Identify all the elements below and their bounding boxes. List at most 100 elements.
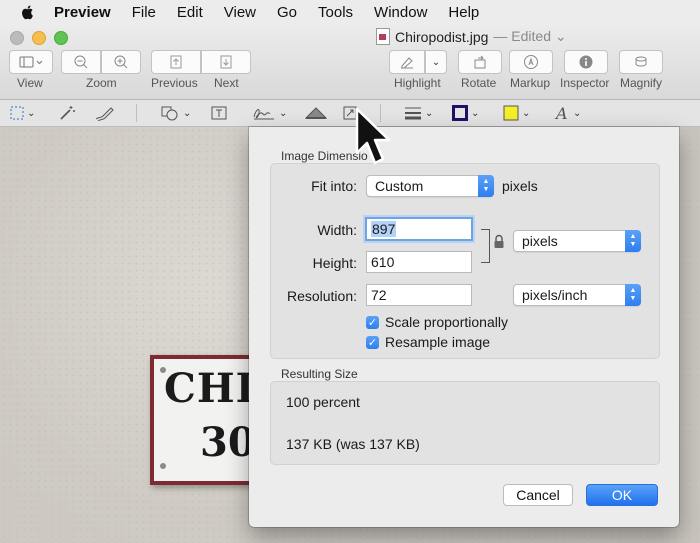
document-icon[interactable] <box>376 28 390 45</box>
mouse-pointer-icon <box>355 107 391 165</box>
zoom-out-icon <box>74 55 88 69</box>
popup-arrows-icon: ▲ ▼ <box>625 284 641 306</box>
width-field[interactable]: 897 <box>365 217 473 241</box>
lock-icon[interactable] <box>493 234 505 249</box>
size-unit-popup[interactable]: pixels ▲ ▼ <box>513 230 641 252</box>
markup-toolbar: ⌄ ⌄ ⌄ ⌄ ⌄ ⌄ A ⌄ <box>0 100 700 127</box>
menu-window[interactable]: Window <box>374 4 427 21</box>
inspector-button[interactable] <box>564 50 608 74</box>
apple-menu-icon[interactable] <box>20 4 36 20</box>
menu-edit[interactable]: Edit <box>177 4 203 21</box>
fit-into-unit: pixels <box>502 178 538 194</box>
chevron-down-icon: ⌄ <box>522 107 531 119</box>
instant-alpha-tool[interactable] <box>58 104 76 122</box>
resolution-label: Resolution: <box>286 288 357 304</box>
resample-image-label: Resample image <box>385 334 491 350</box>
sign-tool[interactable]: ⌄ <box>252 104 287 122</box>
selection-tool[interactable]: ⌄ <box>10 104 35 122</box>
magnify-button[interactable] <box>619 50 663 74</box>
previous-label: Previous <box>151 76 198 90</box>
svg-text:A: A <box>554 105 568 121</box>
window-controls <box>10 31 68 45</box>
markup-group <box>509 50 553 74</box>
close-button[interactable] <box>10 31 24 45</box>
text-tool[interactable] <box>210 104 228 122</box>
height-label: Height: <box>312 255 357 271</box>
next-button[interactable] <box>201 50 251 74</box>
view-group <box>9 50 53 74</box>
sign-text-line2: 30 <box>200 419 256 466</box>
scale-proportionally-label: Scale proportionally <box>385 314 508 330</box>
markup-label: Markup <box>510 76 551 90</box>
sign-text-line1: CHI <box>164 365 256 412</box>
previous-button[interactable] <box>151 50 201 74</box>
scale-proportionally-checkbox[interactable]: ✓ Scale proportionally <box>366 314 508 330</box>
inspector-label: Inspector <box>560 76 610 90</box>
fill-color-tool[interactable]: ⌄ <box>503 104 530 122</box>
shape-style-tool[interactable]: ⌄ <box>404 104 433 122</box>
menu-view[interactable]: View <box>224 4 256 21</box>
rotate-button[interactable] <box>458 50 502 74</box>
menu-app-name[interactable]: Preview <box>54 4 111 21</box>
menu-help[interactable]: Help <box>448 4 479 21</box>
text-style-icon: A <box>554 105 568 121</box>
resulting-size-label: Resulting Size <box>281 367 358 381</box>
zoom-in-button[interactable] <box>101 50 141 74</box>
menu-go[interactable]: Go <box>277 4 297 21</box>
resolution-unit-popup[interactable]: pixels/inch ▲ ▼ <box>513 284 641 306</box>
adjust-size-dialog: Image Dimensio Fit into: Custom ▲ ▼ pixel… <box>249 127 679 527</box>
chevron-down-icon: ⌄ <box>279 107 288 119</box>
window-title-text: Chiropodist.jpg <box>395 28 489 45</box>
adjust-color-tool[interactable] <box>304 104 328 122</box>
minimize-button[interactable] <box>32 31 46 45</box>
menu-file[interactable]: File <box>132 4 156 21</box>
checkmark-icon: ✓ <box>366 315 379 329</box>
highlighter-icon <box>401 57 413 69</box>
rotate-label: Rotate <box>461 76 497 90</box>
inspector-group <box>564 50 608 74</box>
resolution-unit-value: pixels/inch <box>522 287 588 303</box>
border-color-icon <box>452 105 468 121</box>
chevron-down-icon: ⌄ <box>471 107 480 119</box>
zoom-in-icon <box>114 55 128 69</box>
fit-into-label: Fit into: <box>311 178 357 194</box>
edited-indicator[interactable]: — Edited ⌄ <box>493 28 566 45</box>
popup-arrows-icon: ▲ ▼ <box>478 175 494 197</box>
rotate-icon <box>474 55 486 69</box>
markup-icon <box>524 55 538 69</box>
resolution-field[interactable]: 72 <box>366 284 472 306</box>
screw <box>160 367 166 373</box>
file-size-text: 137 KB (was 137 KB) <box>286 436 420 452</box>
height-value: 610 <box>371 254 395 270</box>
rotate-group <box>458 50 502 74</box>
menu-tools[interactable]: Tools <box>318 4 353 21</box>
highlight-button[interactable] <box>389 50 425 74</box>
highlight-menu-button[interactable]: ⌄ <box>425 50 447 74</box>
magnifier-loupe-icon <box>635 56 647 67</box>
cancel-button[interactable]: Cancel <box>503 484 573 506</box>
menu-bar: Preview File Edit View Go Tools Window H… <box>0 0 700 25</box>
view-button[interactable] <box>9 50 53 74</box>
resolution-value: 72 <box>371 287 387 303</box>
sidebar-icon <box>19 56 43 68</box>
magnify-group <box>619 50 663 74</box>
zoom-group <box>61 50 141 74</box>
text-style-tool[interactable]: A ⌄ <box>554 104 581 122</box>
sign-icon <box>253 109 274 120</box>
fill-color-icon <box>503 105 519 121</box>
popup-arrows-icon: ▲ ▼ <box>625 230 641 252</box>
fit-into-popup[interactable]: Custom ▲ ▼ <box>366 175 494 197</box>
height-field[interactable]: 610 <box>366 251 472 273</box>
shapes-tool[interactable]: ⌄ <box>160 104 191 122</box>
chevron-down-icon: ⌄ <box>431 56 441 68</box>
border-color-tool[interactable]: ⌄ <box>452 104 479 122</box>
fit-into-value: Custom <box>375 178 424 194</box>
ok-button[interactable]: OK <box>586 484 658 506</box>
zoom-out-button[interactable] <box>61 50 101 74</box>
screw <box>160 463 166 469</box>
highlight-label: Highlight <box>394 76 441 90</box>
resample-image-checkbox[interactable]: ✓ Resample image <box>366 334 490 350</box>
zoom-window-button[interactable] <box>54 31 68 45</box>
sketch-tool[interactable] <box>94 104 116 122</box>
markup-button[interactable] <box>509 50 553 74</box>
